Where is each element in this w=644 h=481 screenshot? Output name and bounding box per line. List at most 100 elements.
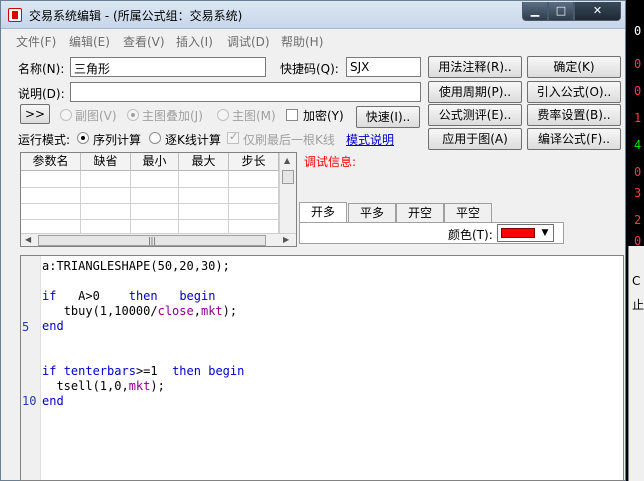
- scroll-up-icon[interactable]: ▲: [284, 156, 290, 165]
- apply-button[interactable]: 应用于图(A): [428, 128, 522, 150]
- radio-sub-chart[interactable]: [60, 109, 72, 121]
- code-token: >=1: [135, 364, 158, 378]
- bg-number: 2: [634, 213, 642, 227]
- signal-tabs: 开多 平多 开空 平空: [299, 202, 492, 223]
- minimize-button[interactable]: ▁: [522, 2, 548, 21]
- radio-main-overlay-label: 主图叠加(J): [142, 109, 203, 123]
- code-line: end: [42, 319, 64, 333]
- only-last-checkbox[interactable]: [227, 130, 239, 144]
- code-token: A>0: [78, 289, 100, 303]
- mode-help-link[interactable]: 模式说明: [346, 131, 394, 148]
- code-token: a:TRIANGLESHAPE(50,20,30);: [42, 259, 230, 273]
- code-variable: close: [157, 304, 194, 318]
- table-row[interactable]: [21, 203, 279, 204]
- bg-number: 0: [634, 24, 642, 38]
- param-col: [131, 171, 179, 233]
- param-header-step: 步长: [229, 153, 279, 171]
- code-token: );: [222, 304, 238, 318]
- code-line: tbuy(1,10000/close,mkt);: [42, 304, 237, 318]
- radio-run-sequence-label: 序列计算: [93, 133, 142, 147]
- bg-number: 4: [634, 138, 642, 152]
- color-label: 颜色(T):: [448, 228, 493, 242]
- encrypt-label: 加密(Y): [303, 109, 344, 123]
- menu-debug[interactable]: 调试(D): [227, 33, 270, 50]
- title-bar[interactable]: 交易系统编辑 - (所属公式组：交易系统) ▁ □ ✕: [1, 1, 625, 29]
- maximize-icon: □: [555, 4, 567, 17]
- line-number: 5: [22, 320, 30, 334]
- param-header-min: 最小: [131, 153, 179, 171]
- code-line: end: [42, 394, 64, 408]
- param-header-default: 缺省: [81, 153, 131, 171]
- tab-close-long[interactable]: 平多: [348, 203, 396, 223]
- scroll-left-icon[interactable]: ◀: [25, 235, 31, 244]
- tab-close-short[interactable]: 平空: [444, 203, 492, 223]
- color-swatch: [501, 228, 535, 238]
- table-row[interactable]: [21, 187, 279, 188]
- test-button[interactable]: 公式测评(E)..: [428, 104, 522, 126]
- param-table-header: 参数名 缺省 最小 最大 步长: [21, 153, 279, 171]
- menu-view[interactable]: 查看(V): [123, 33, 165, 50]
- system-editor-window: 交易系统编辑 - (所属公式组：交易系统) ▁ □ ✕ 文件(F) 编辑(E) …: [0, 0, 626, 481]
- radio-run-kline-label: 逐K线计算: [165, 133, 221, 147]
- desc-label: 说明(D):: [18, 87, 65, 101]
- bg-number: 1: [634, 111, 642, 125]
- scroll-right-icon[interactable]: ▶: [283, 235, 289, 244]
- bg-side-label: 止: [632, 298, 644, 312]
- color-picker[interactable]: ▼: [497, 224, 554, 242]
- radio-run-kline[interactable]: [149, 132, 161, 144]
- period-button[interactable]: 使用周期(P)..: [428, 81, 522, 103]
- menu-edit[interactable]: 编辑(E): [69, 33, 110, 50]
- fast-button[interactable]: 快速(I)..: [356, 106, 420, 128]
- tab-open-short[interactable]: 开空: [396, 203, 444, 223]
- desc-input[interactable]: [70, 82, 421, 102]
- name-label: 名称(N):: [18, 62, 65, 76]
- code-line: if tenterbars>=1 then begin: [42, 364, 244, 378]
- param-horizontal-scrollbar[interactable]: ◀ ||| ▶: [21, 233, 296, 246]
- encrypt-checkbox[interactable]: [286, 109, 298, 121]
- close-button[interactable]: ✕: [574, 2, 621, 21]
- code-keyword: end: [42, 394, 64, 408]
- radio-main-overlay[interactable]: [127, 109, 139, 121]
- name-input[interactable]: 三角形: [70, 57, 266, 77]
- radio-main-label: 主图(M): [232, 109, 276, 123]
- scroll-thumb[interactable]: [282, 170, 294, 184]
- param-header-max: 最大: [179, 153, 229, 171]
- bg-number: 3: [634, 186, 642, 200]
- shortcut-input[interactable]: SJX: [346, 57, 421, 77]
- confirm-button[interactable]: 确定(K): [527, 56, 621, 78]
- table-row[interactable]: [21, 219, 279, 220]
- import-button[interactable]: 引入公式(O)..: [527, 81, 621, 103]
- background-side-panel: C 止: [628, 246, 644, 481]
- line-number-gutter: 5 10: [21, 256, 41, 480]
- chevron-down-icon[interactable]: ▼: [537, 225, 553, 241]
- bg-side-label: C: [632, 274, 641, 288]
- radio-main-chart[interactable]: [217, 109, 229, 121]
- code-keyword: then: [128, 289, 158, 303]
- code-line: tsell(1,0,mkt);: [42, 379, 165, 393]
- compile-button[interactable]: 编译公式(F)..: [527, 128, 621, 150]
- menu-help[interactable]: 帮助(H): [281, 33, 323, 50]
- menu-insert[interactable]: 插入(I): [176, 33, 213, 50]
- param-vertical-scrollbar[interactable]: ▲: [279, 153, 296, 233]
- code-line: if A>0 then begin: [42, 289, 215, 303]
- bg-number: 0: [634, 165, 642, 179]
- close-icon: ✕: [592, 4, 603, 17]
- usage-button[interactable]: 用法注释(R)..: [428, 56, 522, 78]
- run-mode-label: 运行模式:: [18, 133, 71, 147]
- menu-file[interactable]: 文件(F): [16, 33, 56, 50]
- minimize-icon: ▁: [530, 4, 540, 17]
- code-token: );: [150, 379, 165, 393]
- code-variable: tenterbars: [63, 364, 136, 378]
- debug-info-label: 调试信息:: [304, 155, 357, 169]
- radio-sub-label: 副图(V): [75, 109, 117, 123]
- expand-button[interactable]: >>: [20, 104, 50, 124]
- maximize-button[interactable]: □: [548, 2, 574, 21]
- tab-open-long[interactable]: 开多: [299, 202, 347, 223]
- radio-run-sequence[interactable]: [77, 132, 89, 144]
- scroll-thumb[interactable]: |||: [38, 235, 266, 246]
- param-header-name: 参数名: [21, 153, 81, 171]
- code-editor[interactable]: 5 10 a:TRIANGLESHAPE(50,20,30); if A>0 t…: [20, 255, 624, 481]
- param-table[interactable]: 参数名 缺省 最小 最大 步长 ▲ ◀ ||| ▶: [20, 152, 297, 247]
- fee-button[interactable]: 费率设置(B)..: [527, 104, 621, 126]
- code-keyword: if: [42, 364, 57, 378]
